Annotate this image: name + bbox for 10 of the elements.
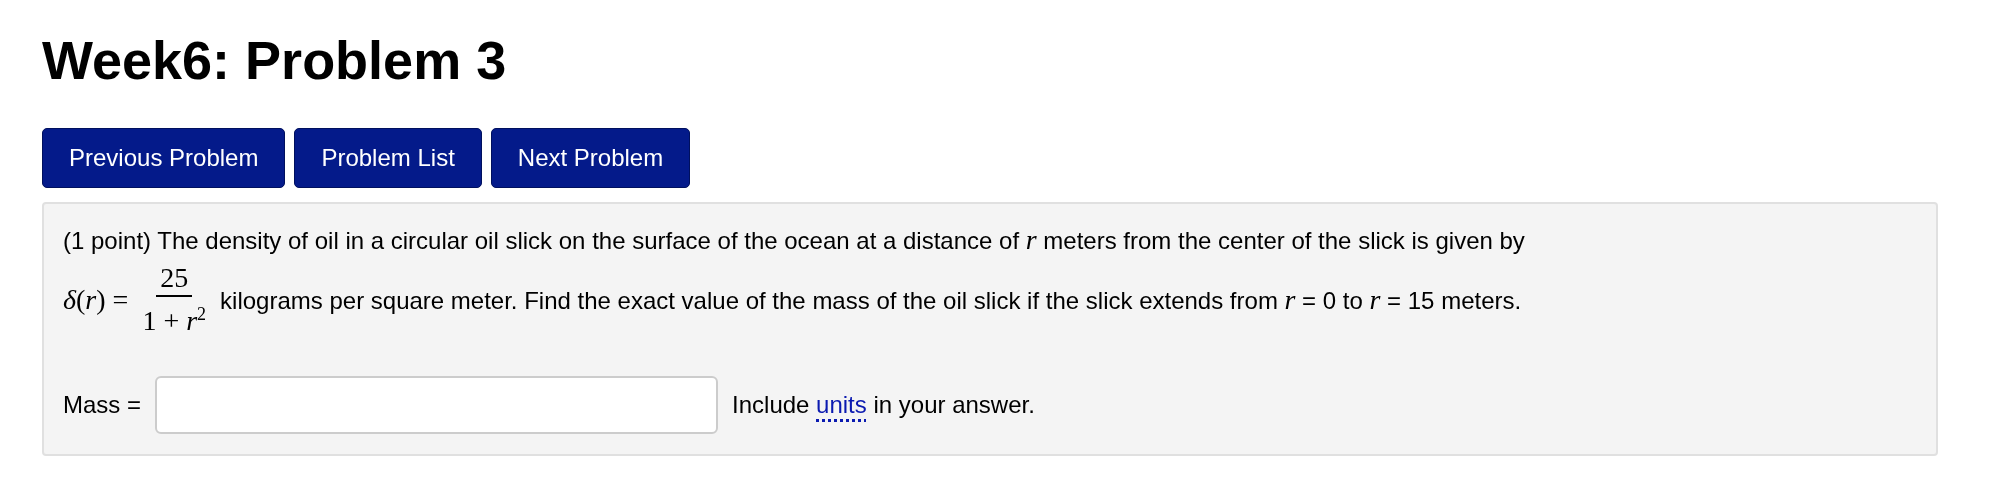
answer-label: Mass = (63, 391, 142, 420)
nav-button[interactable]: Problem List (294, 128, 482, 188)
problem-text: (1 point) The density of oil in a circular oil slick on the surface of the ocean at a distance of r meters from the center of the slick is given by (63, 227, 1525, 254)
units-hint: Include units in your answer. (732, 391, 1035, 420)
problem-text: kilograms per square meter. Find the exact value of the mass of the oil slick if the slick extends from r = 0 to r = 15 meters. (220, 283, 1522, 316)
units-link[interactable]: units (816, 391, 867, 419)
nav-button[interactable]: Next Problem (490, 128, 691, 188)
answer-input[interactable] (155, 376, 719, 435)
page-title: Week6: Problem 3 (42, 29, 508, 92)
nav-button[interactable]: Previous Problem (42, 128, 286, 188)
